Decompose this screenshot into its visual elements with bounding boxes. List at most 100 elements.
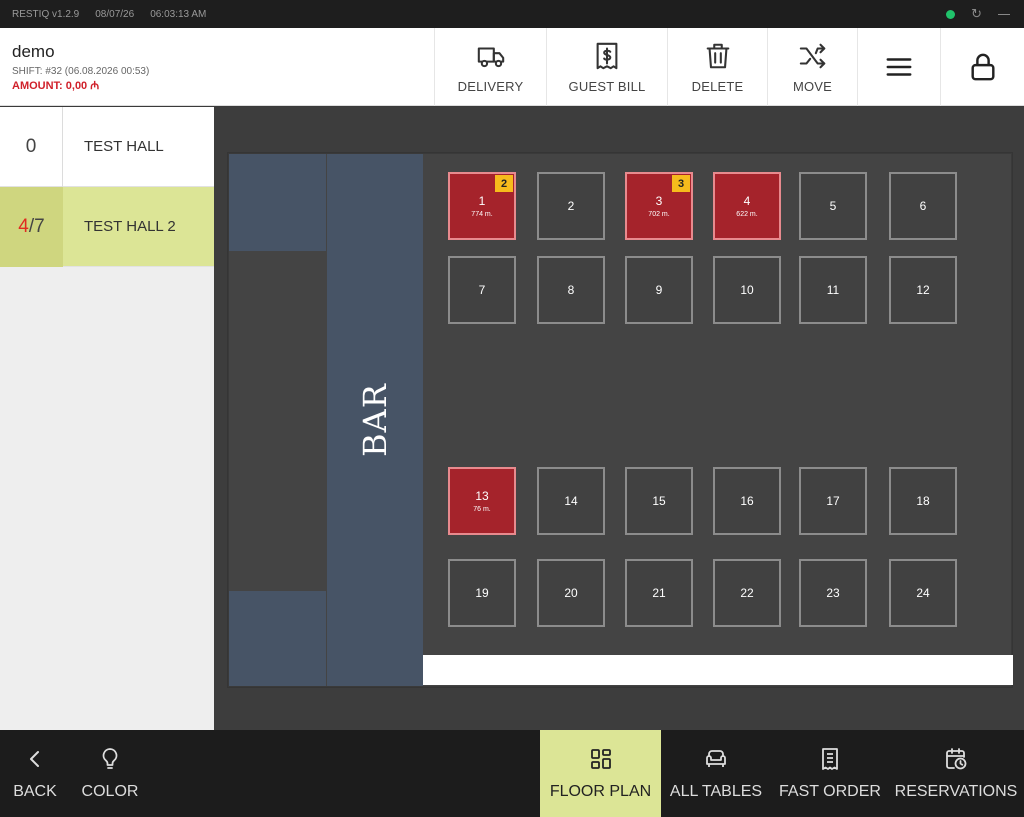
table-22[interactable]: 22 xyxy=(713,559,781,627)
calendar-clock-icon xyxy=(946,747,967,769)
table-2[interactable]: 2 xyxy=(537,172,605,240)
trash-icon xyxy=(706,43,729,68)
table-4[interactable]: 4 622 m. xyxy=(713,172,781,240)
shift-info: SHIFT: #32 (06.08.2026 00:53) xyxy=(12,66,150,77)
hall-occupancy: 4/7 xyxy=(0,186,63,267)
minimize-icon[interactable] xyxy=(998,13,1010,15)
header: demo SHIFT: #32 (06.08.2026 00:53) AMOUN… xyxy=(0,28,1024,106)
back-button[interactable]: BACK xyxy=(0,730,70,817)
table-8[interactable]: 8 xyxy=(537,256,605,324)
fast-order-label: FAST ORDER xyxy=(779,782,881,800)
table-number: 17 xyxy=(826,494,840,508)
table-1[interactable]: 1 774 m. 2 xyxy=(448,172,516,240)
hall-count: 0 xyxy=(0,106,63,187)
guest-count-badge: 3 xyxy=(672,175,690,192)
table-number: 19 xyxy=(475,586,489,600)
bar-seat-block-bottom xyxy=(229,591,326,686)
table-amount: 622 m. xyxy=(736,211,758,218)
floor-plan: BAR 1 774 m. 2 2 3 702 m. 3 4 622 m. 5 6 7 8 9 10 11 12 1… xyxy=(228,153,1013,687)
table-number: 9 xyxy=(655,283,663,297)
table-number: 2 xyxy=(567,199,575,213)
shuffle-icon xyxy=(799,43,825,68)
floor-plan-tab[interactable]: FLOOR PLAN xyxy=(540,730,661,817)
table-24[interactable]: 24 xyxy=(889,559,957,627)
delivery-button[interactable]: DELIVERY xyxy=(434,28,546,106)
floor-plan-label: FLOOR PLAN xyxy=(549,782,652,800)
bar-label: BAR xyxy=(356,383,394,457)
table-9[interactable]: 9 xyxy=(625,256,693,324)
receipt-icon xyxy=(822,747,838,770)
chevron-left-icon xyxy=(30,750,39,767)
floor-strip xyxy=(423,655,1013,685)
guest-count-badge: 2 xyxy=(495,175,513,192)
table-18[interactable]: 18 xyxy=(889,467,957,535)
table-number: 14 xyxy=(564,494,578,508)
table-19[interactable]: 19 xyxy=(448,559,516,627)
floor-plan-icon xyxy=(590,748,611,769)
table-number: 24 xyxy=(916,586,930,600)
app-version: RESTIQ v1.2.9 xyxy=(12,8,80,20)
user-info: demo SHIFT: #32 (06.08.2026 00:53) AMOUN… xyxy=(12,42,149,93)
connection-status-icon xyxy=(946,9,956,19)
bottom-nav: BACK COLOR FLOOR PLAN ALL TABLES FAST OR… xyxy=(0,730,1024,817)
table-number: 18 xyxy=(916,494,930,508)
all-tables-tab[interactable]: ALL TABLES xyxy=(664,730,768,817)
lock-button[interactable] xyxy=(940,28,1024,106)
table-3[interactable]: 3 702 m. 3 xyxy=(625,172,693,240)
sync-icon[interactable]: ↻ xyxy=(971,6,982,22)
move-button[interactable]: MOVE xyxy=(767,28,857,106)
table-number: 11 xyxy=(826,283,840,297)
table-number: 3 xyxy=(655,194,663,208)
sofa-icon xyxy=(706,749,726,767)
table-10[interactable]: 10 xyxy=(713,256,781,324)
table-17[interactable]: 17 xyxy=(799,467,867,535)
all-tables-label: ALL TABLES xyxy=(669,782,763,800)
table-amount: 702 m. xyxy=(648,211,670,218)
menu-button[interactable] xyxy=(857,28,940,106)
hall-item-test-hall-2[interactable]: 4/7 TEST HALL 2 xyxy=(0,186,214,267)
table-amount: 76 m. xyxy=(473,506,491,513)
table-21[interactable]: 21 xyxy=(625,559,693,627)
reservations-tab[interactable]: RESERVATIONS xyxy=(894,730,1018,817)
table-23[interactable]: 23 xyxy=(799,559,867,627)
floor-area: BAR 1 774 m. 2 2 3 702 m. 3 4 622 m. 5 6 7 8 9 10 11 12 1… xyxy=(214,107,1024,730)
table-number: 10 xyxy=(740,283,754,297)
table-number: 23 xyxy=(826,586,840,600)
fast-order-tab[interactable]: FAST ORDER xyxy=(776,730,884,817)
hall-total-count: 7 xyxy=(34,215,45,237)
header-actions: DELIVERY GUEST BILL DELETE MOVE xyxy=(434,28,1024,106)
guest-bill-button[interactable]: GUEST BILL xyxy=(546,28,667,106)
hall-name: TEST HALL 2 xyxy=(84,218,176,235)
move-label: MOVE xyxy=(792,78,833,94)
delete-button[interactable]: DELETE xyxy=(667,28,767,106)
shift-amount: AMOUNT: 0,00 ₼ xyxy=(12,80,100,92)
hall-name: TEST HALL xyxy=(84,138,164,155)
table-amount: 774 m. xyxy=(471,211,493,218)
table-20[interactable]: 20 xyxy=(537,559,605,627)
receipt-dollar-icon xyxy=(596,42,618,69)
table-number: 13 xyxy=(475,489,489,503)
table-number: 1 xyxy=(478,194,486,208)
menu-icon xyxy=(886,58,912,76)
color-button[interactable]: COLOR xyxy=(72,730,148,817)
table-6[interactable]: 6 xyxy=(889,172,957,240)
hall-item-test-hall[interactable]: 0 TEST HALL xyxy=(0,106,214,187)
table-14[interactable]: 14 xyxy=(537,467,605,535)
table-7[interactable]: 7 xyxy=(448,256,516,324)
hall-list: 0 TEST HALL 4/7 TEST HALL 2 xyxy=(0,106,214,730)
table-number: 21 xyxy=(652,586,666,600)
back-label: BACK xyxy=(13,782,57,800)
user-name: demo xyxy=(12,42,55,61)
status-time: 06:03:13 AM xyxy=(150,8,207,20)
table-11[interactable]: 11 xyxy=(799,256,867,324)
table-number: 20 xyxy=(564,586,578,600)
table-number: 4 xyxy=(743,194,751,208)
table-12[interactable]: 12 xyxy=(889,256,957,324)
table-5[interactable]: 5 xyxy=(799,172,867,240)
table-15[interactable]: 15 xyxy=(625,467,693,535)
status-date: 08/07/26 xyxy=(95,8,135,20)
color-label: COLOR xyxy=(81,782,139,800)
table-16[interactable]: 16 xyxy=(713,467,781,535)
reservations-label: RESERVATIONS xyxy=(894,782,1018,800)
table-13[interactable]: 13 76 m. xyxy=(448,467,516,535)
